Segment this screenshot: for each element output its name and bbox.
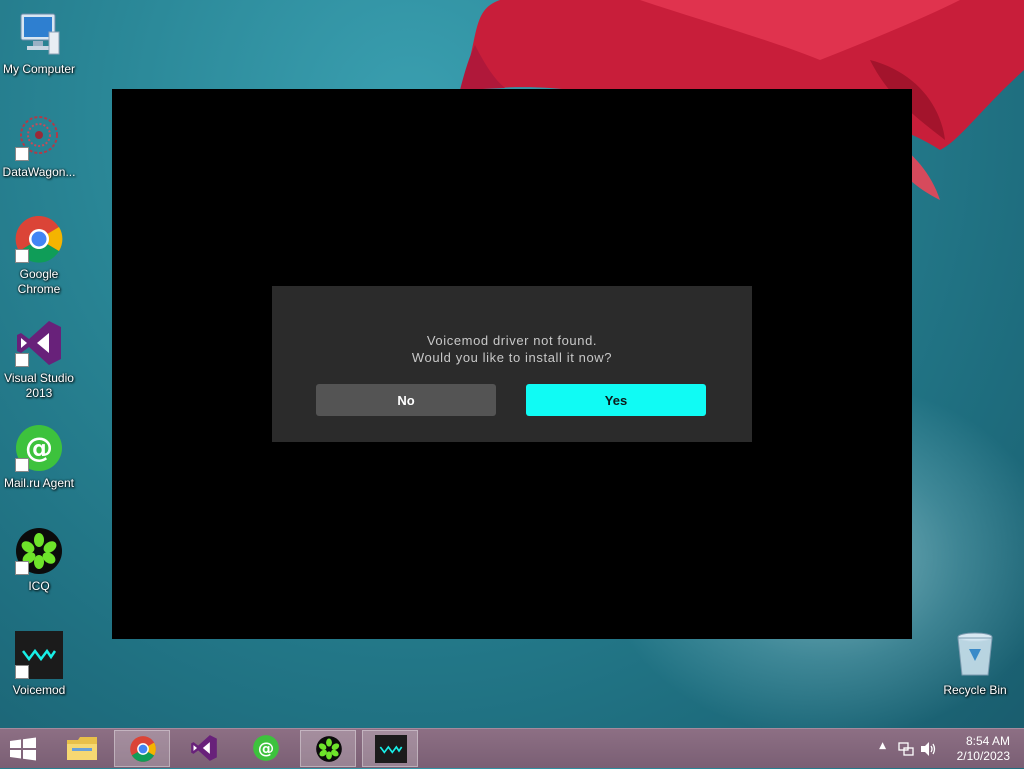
voicemod-window: Voicemod driver not found. Would you lik… [112,89,912,639]
shortcut-arrow-icon [15,353,29,367]
shortcut-arrow-icon [15,561,29,575]
chrome-icon [130,736,156,762]
taskbar-voicemod[interactable] [362,730,418,767]
shortcut-arrow-icon [15,147,29,161]
voicemod-icon [375,735,407,763]
start-button[interactable] [8,737,38,761]
shortcut-arrow-icon [15,249,29,263]
taskbar-clock[interactable]: 8:54 AM 2/10/2023 [957,734,1010,764]
desktop-icon-icq[interactable]: ICQ [0,527,78,594]
taskbar-chrome[interactable] [114,730,170,767]
no-button[interactable]: No [316,384,496,416]
desktop-icon-label: Recycle Bin [943,683,1007,697]
shortcut-arrow-icon [15,458,29,472]
desktop-icon-label: Google Chrome [17,267,61,296]
voicemod-icon [15,631,63,679]
desktop-icon-label: Visual Studio 2013 [4,371,74,400]
visual-studio-icon [191,735,217,761]
yes-button[interactable]: Yes [526,384,706,416]
file-explorer-icon [67,737,97,760]
desktop-icon-my-computer[interactable]: My Computer [0,10,78,77]
computer-icon [15,10,63,58]
mailru-agent-icon: @ [15,424,63,472]
windows-logo-icon [10,737,36,761]
desktop-icon-datawagon[interactable]: DataWagon... [0,113,78,180]
taskbar-file-explorer[interactable] [54,730,110,767]
desktop-icon-google-chrome[interactable]: Google Chrome [0,215,78,297]
desktop-icon-visual-studio[interactable]: Visual Studio 2013 [0,319,78,401]
shortcut-arrow-icon [15,665,29,679]
taskbar-visual-studio[interactable] [176,730,232,767]
svg-text:@: @ [25,431,53,464]
volume-icon[interactable] [920,741,938,757]
recycle-bin-icon [951,631,999,679]
desktop-icon-recycle-bin[interactable]: Recycle Bin [936,631,1014,698]
show-hidden-icons-chevron-icon[interactable]: ▲ [879,741,886,751]
dialog-message-line1: Voicemod driver not found. [426,333,598,348]
taskbar: @ ▲ 8:54 AM 2/10/2023 [0,728,1024,768]
dialog-message-line2: Would you like to install it now? [411,350,613,365]
desktop-icon-label: DataWagon... [2,165,76,179]
desktop-icon-mailru-agent[interactable]: @ Mail.ru Agent [0,424,78,491]
desktop-icon-voicemod[interactable]: Voicemod [0,631,78,698]
clock-time: 8:54 AM [965,734,1010,748]
desktop-icon-label: Voicemod [12,683,66,697]
clock-date: 2/10/2023 [956,749,1010,763]
taskbar-mailru-agent[interactable]: @ [238,730,294,767]
desktop-icon-label: My Computer [2,62,76,76]
icq-icon [15,527,63,575]
desktop-icon-label: Mail.ru Agent [3,476,75,490]
network-icon[interactable] [898,741,914,757]
desktop-icon-label: ICQ [28,579,50,593]
dialog-message: Voicemod driver not found. Would you lik… [272,332,752,366]
visual-studio-icon [15,319,63,367]
driver-not-found-dialog: Voicemod driver not found. Would you lik… [272,286,752,442]
chrome-icon [15,215,63,263]
datawagon-icon [15,113,63,161]
icq-icon [316,736,342,762]
mailru-agent-icon: @ [253,735,279,761]
svg-text:@: @ [258,738,274,757]
taskbar-icq[interactable] [300,730,356,767]
